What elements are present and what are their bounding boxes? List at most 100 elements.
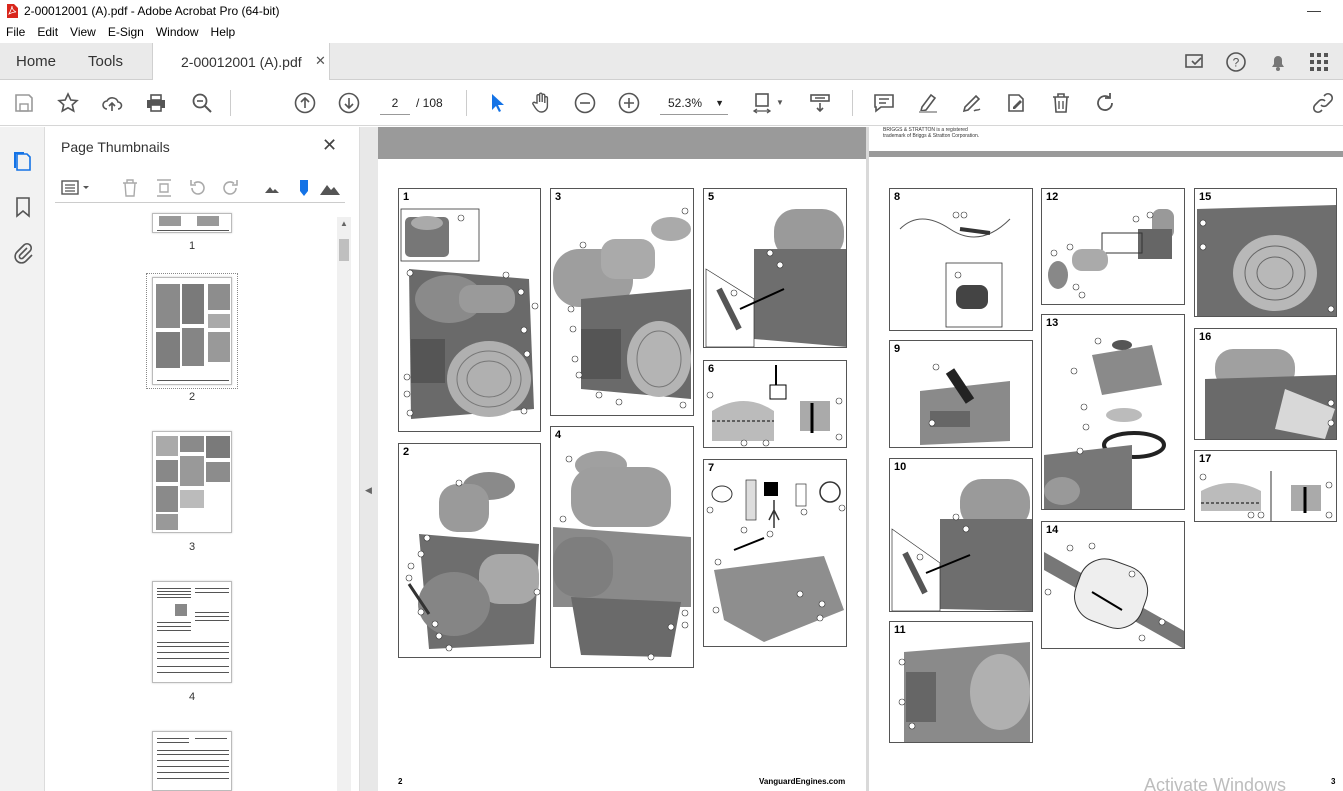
slider-handle-icon[interactable]: [293, 177, 315, 199]
share-screen-icon[interactable]: [1184, 51, 1206, 73]
highlighter-icon[interactable]: [916, 91, 940, 115]
scrollbar-thumb[interactable]: [339, 239, 349, 261]
thumbnail-toolbar: [55, 175, 345, 203]
figure-14: 14: [1041, 521, 1185, 649]
chevron-down-icon: ▼: [715, 98, 724, 108]
thumbnail-panel: Page Thumbnails ✕ 1 2 3 4 ▲: [45, 127, 360, 791]
page-header-band: [869, 151, 1343, 157]
minimize-button[interactable]: —: [1307, 2, 1321, 18]
thumbnail-label-1: 1: [188, 240, 196, 252]
trademark-line-2: trademark of Briggs & Stratton Corporati…: [883, 133, 980, 139]
panel-title: Page Thumbnails: [61, 139, 170, 155]
extract-page-icon[interactable]: [153, 177, 175, 199]
trademark-notice: BRIGGS & STRATTON is a registered tradem…: [883, 127, 979, 139]
redo-icon[interactable]: [1093, 91, 1117, 115]
figure-9: 9: [889, 340, 1033, 448]
bookmark-star-icon[interactable]: [56, 91, 80, 115]
figure-16: 16: [1194, 328, 1337, 440]
figure-3: 3: [550, 188, 694, 416]
page-header-band: [378, 127, 866, 159]
comment-icon[interactable]: [872, 91, 896, 115]
figure-8: 8: [889, 188, 1033, 331]
zoom-value: 52.3%: [668, 96, 703, 110]
rotate-right-icon[interactable]: [219, 177, 241, 199]
page-number-input[interactable]: 2: [380, 91, 410, 115]
page-number-right: 3: [1331, 777, 1336, 786]
figure-7: 7: [703, 459, 847, 647]
panel-collapse-handle[interactable]: ◀: [360, 127, 378, 791]
thumbnail-page-1[interactable]: [152, 213, 232, 233]
print-icon[interactable]: [144, 91, 168, 115]
pdf-page-3: BRIGGS & STRATTON is a registered tradem…: [869, 127, 1343, 791]
select-cursor-icon[interactable]: [486, 91, 510, 115]
close-tab-icon[interactable]: ✕: [315, 53, 326, 69]
apps-grid-icon[interactable]: [1308, 51, 1330, 73]
chevron-left-icon: ◀: [365, 485, 372, 495]
large-thumbnails-icon[interactable]: [319, 177, 341, 199]
share-link-icon[interactable]: [1311, 91, 1335, 115]
figure-15: 15: [1194, 188, 1337, 317]
save-icon[interactable]: [12, 91, 36, 115]
menu-view[interactable]: View: [70, 25, 96, 39]
delete-page-icon[interactable]: [119, 177, 141, 199]
figure-5: 5: [703, 188, 847, 348]
tab-tools[interactable]: Tools: [88, 53, 123, 70]
rotate-left-icon[interactable]: [187, 177, 209, 199]
draw-pen-icon[interactable]: [960, 91, 984, 115]
help-icon[interactable]: ?: [1225, 51, 1247, 73]
zoom-out-icon[interactable]: [573, 91, 597, 115]
thumbnail-scrollbar[interactable]: ▲: [337, 217, 351, 791]
tab-bar: Home Tools 2-00012001 (A).pdf ✕ ?: [0, 43, 1343, 80]
page-thumbnails-icon[interactable]: [11, 149, 35, 173]
fit-page-icon[interactable]: [750, 91, 774, 115]
figure-17: 17: [1194, 450, 1337, 522]
figure-13: 13: [1041, 314, 1185, 510]
thumbnail-label-2: 2: [188, 391, 196, 403]
menu-esign[interactable]: E-Sign: [108, 25, 144, 39]
document-viewer[interactable]: 1 2 3 4 5 6 7 2 VanguardEngines.com BRIG…: [378, 127, 1343, 791]
thumbnail-page-3[interactable]: [152, 431, 232, 533]
delete-icon[interactable]: [1049, 91, 1073, 115]
pdf-page-2: 1 2 3 4 5 6 7 2 VanguardEngines.com: [378, 127, 866, 791]
thumbnail-page-5[interactable]: [152, 731, 232, 791]
tab-document[interactable]: 2-00012001 (A).pdf ✕: [152, 43, 330, 80]
bell-icon[interactable]: [1267, 51, 1289, 73]
tab-document-label: 2-00012001 (A).pdf: [181, 54, 302, 70]
figure-6: 6: [703, 360, 847, 448]
menu-bar: File Edit View E-Sign Window Help: [0, 22, 1343, 42]
activate-windows-watermark: Activate Windows: [1144, 775, 1287, 791]
small-thumbnails-icon[interactable]: [261, 177, 283, 199]
zoom-in-icon[interactable]: [617, 91, 641, 115]
search-zoom-icon[interactable]: [190, 91, 214, 115]
menu-window[interactable]: Window: [156, 25, 199, 39]
scroll-up-icon[interactable]: ▲: [340, 219, 348, 228]
zoom-select[interactable]: 52.3% ▼: [660, 91, 728, 115]
attachments-icon[interactable]: [11, 241, 35, 265]
thumbnail-page-2[interactable]: [152, 277, 232, 385]
scroll-mode-icon[interactable]: [808, 91, 832, 115]
options-menu-icon[interactable]: [59, 177, 93, 199]
close-panel-icon[interactable]: ✕: [322, 135, 337, 156]
figure-10: 10: [889, 458, 1033, 612]
figure-11: 11: [889, 621, 1033, 743]
thumbnail-page-4[interactable]: [152, 581, 232, 683]
tab-home[interactable]: Home: [16, 53, 56, 70]
left-rail: [0, 127, 45, 791]
figure-1: 1: [398, 188, 541, 432]
bookmarks-icon[interactable]: [11, 195, 35, 219]
previous-page-icon[interactable]: [293, 91, 317, 115]
thumbnail-label-4: 4: [188, 691, 196, 703]
menu-edit[interactable]: Edit: [37, 25, 58, 39]
hand-tool-icon[interactable]: [529, 91, 553, 115]
fill-sign-icon[interactable]: [1004, 91, 1028, 115]
menu-file[interactable]: File: [6, 25, 25, 39]
fit-page-dropdown-icon[interactable]: ▼: [776, 98, 784, 107]
figure-2: 2: [398, 443, 541, 658]
figure-4: 4: [550, 426, 694, 668]
title-bar: 2-00012001 (A).pdf - Adobe Acrobat Pro (…: [0, 0, 1343, 22]
next-page-icon[interactable]: [337, 91, 361, 115]
upload-icon[interactable]: [100, 91, 124, 115]
window-title: 2-00012001 (A).pdf - Adobe Acrobat Pro (…: [24, 4, 280, 18]
menu-help[interactable]: Help: [211, 25, 236, 39]
website-footer: VanguardEngines.com: [759, 777, 846, 786]
